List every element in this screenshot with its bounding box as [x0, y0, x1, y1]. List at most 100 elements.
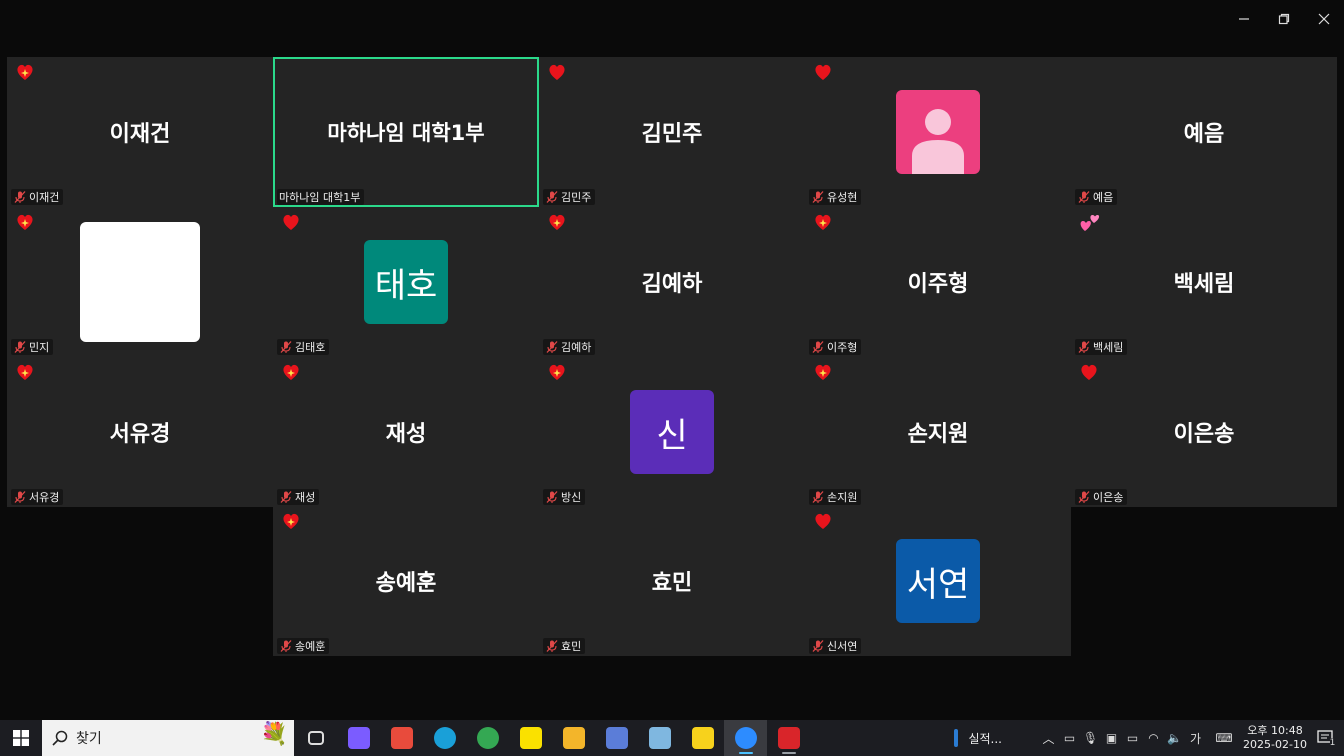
taskbar-app-calculator[interactable] [595, 720, 638, 756]
microphone-icon[interactable]: 🎙 [1080, 731, 1101, 745]
participant-display-name: 이은송 [1173, 422, 1235, 447]
participant-tile[interactable]: 이은송 이은송 [1071, 357, 1337, 507]
volume-icon[interactable]: 🔈 [1164, 731, 1185, 745]
participant-name-label: 이재건 [11, 189, 64, 205]
document-icon [954, 729, 959, 747]
participant-label-text: 효민 [561, 640, 582, 653]
running-app-label: 실적... [968, 731, 1002, 746]
mic-muted-icon [13, 490, 29, 504]
zoom-icon [734, 727, 757, 749]
ime-indicator[interactable]: 가 [1185, 730, 1206, 747]
search-label: 찾기 [76, 731, 102, 747]
minimize-icon[interactable] [1224, 0, 1264, 38]
participant-name-label: 백세림 [1075, 339, 1128, 355]
chevron-up-icon[interactable]: ︿ [1038, 730, 1059, 747]
mic-muted-icon [811, 340, 827, 354]
taskbar-app-task-view[interactable] [294, 720, 337, 756]
clock[interactable]: 오후 10:48 2025-02-10 [1242, 724, 1308, 752]
notification-button[interactable]: 1 [1308, 728, 1344, 748]
participant-label-text: 손지원 [827, 491, 858, 504]
participant-name-label: 재성 [277, 489, 320, 505]
taskbar-app-kakaotalk[interactable] [509, 720, 552, 756]
participant-display-name: 예음 [1183, 122, 1225, 147]
participant-name-label: 이은송 [1075, 489, 1128, 505]
participant-display-name: 서유경 [109, 422, 171, 447]
participant-avatar: 서연 [896, 539, 980, 623]
task-view-icon [307, 731, 324, 745]
participant-tile[interactable]: 유성현 [805, 57, 1071, 207]
taskbar-app-zoom[interactable] [724, 720, 767, 756]
mic-muted-icon [1077, 490, 1093, 504]
battery-icon[interactable]: ▭ [1122, 731, 1143, 745]
heart-reaction-icon [547, 63, 567, 81]
participant-display-name: 마하나임 대학1부 [327, 121, 485, 145]
participant-name-label: 마하나임 대학1부 [277, 189, 365, 205]
start-button[interactable] [0, 720, 42, 756]
participant-tile[interactable]: 김예하 김예하 [539, 207, 805, 357]
participant-tile[interactable]: 신 방신 [539, 357, 805, 507]
participant-avatar: 신 [630, 390, 714, 474]
participant-tile[interactable]: 송예훈 송예훈 [273, 506, 539, 656]
close-icon[interactable] [1304, 0, 1344, 38]
copilot-icon [347, 727, 370, 749]
participant-name-label: 송예훈 [277, 638, 330, 654]
taskbar-app-app-stack[interactable] [380, 720, 423, 756]
taskbar-app-sticky-notes[interactable] [681, 720, 724, 756]
device-icon[interactable]: ▭ [1059, 731, 1080, 745]
heart-reaction-icon [813, 363, 833, 381]
participant-tile[interactable]: 예음 예음 [1071, 57, 1337, 207]
mic-muted-icon [1077, 190, 1093, 204]
participant-tile[interactable]: 마하나임 대학1부 마하나임 대학1부 [273, 57, 539, 207]
default-profile-icon [896, 90, 980, 174]
participant-name-label: 신서연 [809, 638, 862, 654]
heart-reaction-icon [813, 512, 833, 530]
participant-label-text: 김태호 [295, 341, 326, 354]
participant-tile[interactable]: 효민 효민 [539, 506, 805, 656]
participant-label-text: 이재건 [29, 191, 60, 204]
participant-avatar [80, 222, 200, 342]
wifi-icon[interactable]: ◠ [1143, 731, 1164, 745]
screen-icon[interactable]: ▣ [1101, 731, 1122, 745]
edge-icon [433, 727, 456, 749]
participant-name-label: 이주형 [809, 339, 862, 355]
participant-tile[interactable]: 민지 [7, 207, 273, 357]
participant-tile[interactable]: 태호 김태호 [273, 207, 539, 357]
taskbar-search[interactable]: 찾기 💐 [42, 720, 294, 756]
participant-label-text: 재성 [295, 491, 316, 504]
participant-display-name: 이재건 [109, 122, 171, 147]
taskbar-app-file-explorer[interactable] [552, 720, 595, 756]
pdf-reader-icon [777, 727, 800, 749]
restore-icon[interactable] [1264, 0, 1304, 38]
participant-tile[interactable]: 김민주 김민주 [539, 57, 805, 207]
taskbar-app-chrome[interactable] [466, 720, 509, 756]
taskbar-app-pdf-reader[interactable] [767, 720, 810, 756]
participant-name-label: 김민주 [543, 189, 596, 205]
heart-reaction-icon [15, 213, 35, 231]
participant-tile[interactable]: 손지원 손지원 [805, 357, 1071, 507]
search-icon [52, 730, 68, 746]
participant-tile[interactable]: 이주형 이주형 [805, 207, 1071, 357]
participant-name-label: 효민 [543, 638, 586, 654]
participant-name-label: 김예하 [543, 339, 596, 355]
participant-display-name: 백세림 [1173, 272, 1235, 297]
keyboard-icon[interactable]: ⌨ [1206, 731, 1242, 745]
heart-reaction-icon [547, 213, 567, 231]
kakaotalk-icon [519, 727, 542, 749]
heart-reaction-icon [281, 213, 301, 231]
taskbar-app-copilot[interactable] [337, 720, 380, 756]
participant-tile[interactable]: 서연신서연 [805, 506, 1071, 656]
participant-tile[interactable]: 재성 재성 [273, 357, 539, 507]
app-stack-icon [390, 727, 413, 749]
calculator-icon [605, 727, 628, 749]
file-explorer-icon [562, 727, 585, 749]
clock-date: 2025-02-10 [1243, 738, 1307, 751]
taskbar-app-notepad[interactable] [638, 720, 681, 756]
sticky-notes-icon [691, 727, 714, 749]
participant-tile[interactable]: 서유경 서유경 [7, 357, 273, 507]
participant-label-text: 김예하 [561, 341, 592, 354]
taskbar-app-edge[interactable] [423, 720, 466, 756]
participant-tile[interactable]: 이재건 이재건 [7, 57, 273, 207]
running-app[interactable]: 실적... [954, 720, 1002, 756]
participant-tile[interactable]: 백세림 백세림 [1071, 207, 1337, 357]
participant-label-text: 서유경 [29, 491, 60, 504]
